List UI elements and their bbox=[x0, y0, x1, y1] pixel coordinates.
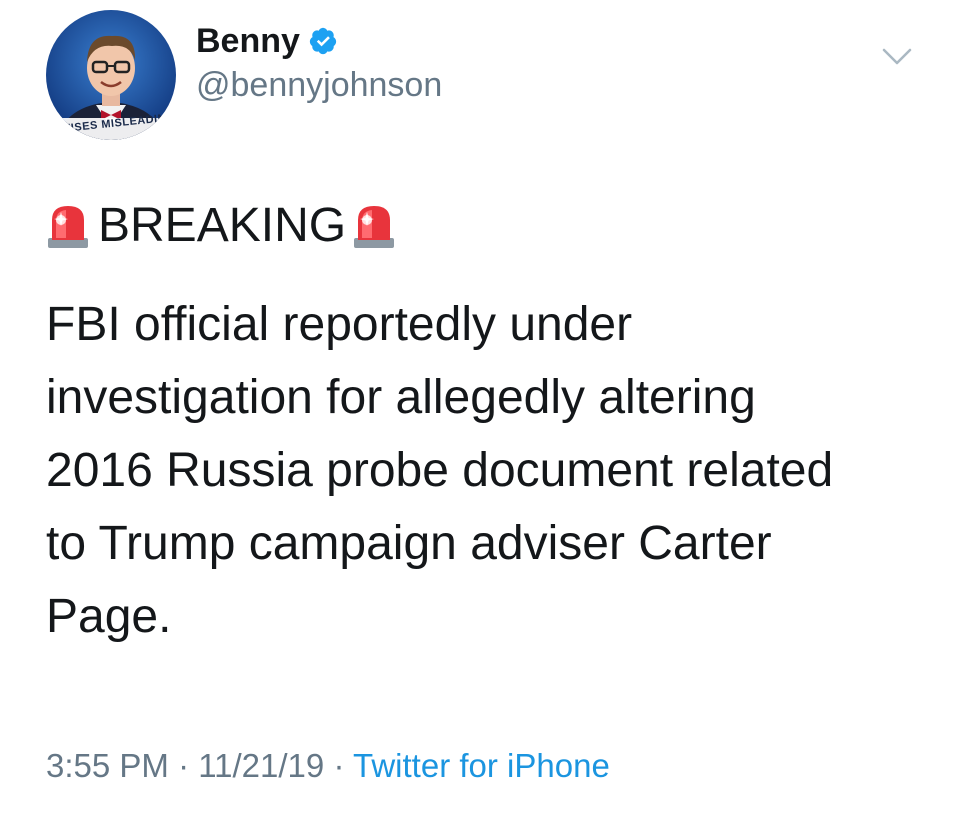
police-siren-icon bbox=[352, 202, 396, 250]
tweet-meta: 3:55 PM · 11/21/19 · Twitter for iPhone bbox=[46, 744, 610, 788]
user-names: Benny @bennyjohnson bbox=[196, 21, 442, 107]
tweet-source-link[interactable]: Twitter for iPhone bbox=[353, 747, 610, 784]
tweet: REVISES MISLEADING Benny @bennyjohnson B… bbox=[0, 0, 960, 818]
meta-separator: · bbox=[178, 747, 190, 784]
tweet-body-line: FBI official reportedly under bbox=[46, 298, 633, 351]
tweet-body-line: Page. bbox=[46, 590, 172, 643]
tweet-date[interactable]: 11/21/19 bbox=[198, 747, 324, 784]
user-handle[interactable]: @bennyjohnson bbox=[196, 63, 442, 107]
breaking-line: BREAKING bbox=[46, 196, 396, 256]
tweet-body-line: 2016 Russia probe document related bbox=[46, 444, 834, 497]
breaking-label: BREAKING bbox=[98, 199, 347, 252]
tweet-time[interactable]: 3:55 PM bbox=[46, 747, 169, 784]
police-siren-icon bbox=[46, 202, 90, 250]
tweet-body: FBI official reportedly under investigat… bbox=[46, 288, 926, 653]
tweet-body-line: to Trump campaign adviser Carter bbox=[46, 517, 772, 570]
name-row: Benny bbox=[196, 21, 442, 61]
meta-separator: · bbox=[333, 747, 345, 784]
chevron-down-icon[interactable] bbox=[880, 44, 914, 70]
verified-badge-icon bbox=[308, 26, 338, 56]
tweet-header: REVISES MISLEADING Benny @bennyjohnson bbox=[46, 10, 442, 140]
tweet-body-line: investigation for allegedly altering bbox=[46, 371, 756, 424]
display-name[interactable]: Benny bbox=[196, 21, 300, 61]
avatar[interactable]: REVISES MISLEADING bbox=[46, 10, 176, 140]
